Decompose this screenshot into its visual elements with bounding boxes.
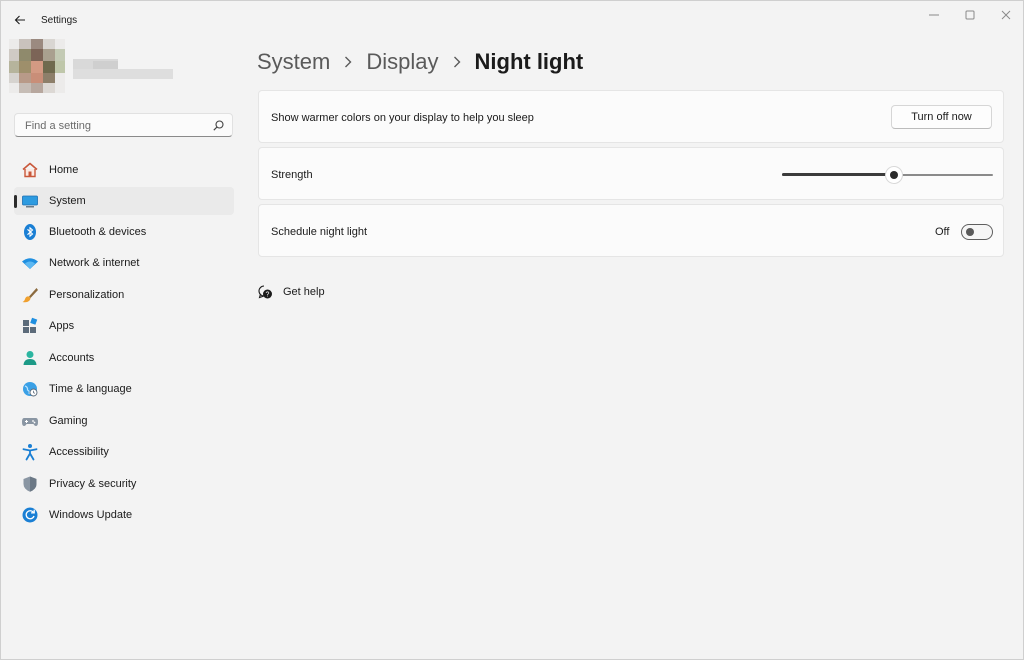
- schedule-label: Schedule night light: [271, 226, 368, 238]
- strength-card: Strength: [258, 147, 1004, 200]
- get-help-link[interactable]: ? Get help: [257, 282, 325, 302]
- globe-clock-icon: [23, 382, 38, 397]
- app-title: Settings: [41, 15, 78, 26]
- strength-label: Strength: [271, 169, 313, 181]
- selection-indicator: [14, 195, 17, 208]
- sidebar-item-bluetooth[interactable]: Bluetooth & devices: [14, 218, 234, 246]
- sidebar-item-gaming[interactable]: Gaming: [14, 407, 234, 435]
- slider-fill: [782, 173, 894, 176]
- help-chat-icon: ?: [258, 285, 272, 299]
- get-help-label: Get help: [283, 286, 325, 298]
- monitor-icon: [22, 195, 38, 208]
- sidebar-item-label: Gaming: [49, 415, 88, 427]
- schedule-card: Schedule night light Off: [258, 204, 1004, 257]
- sidebar-item-label: Accounts: [49, 352, 95, 364]
- chevron-right-icon: [453, 56, 461, 68]
- sidebar-item-label: Time & language: [49, 383, 132, 395]
- sidebar-item-windows-update[interactable]: Windows Update: [14, 501, 234, 529]
- brush-icon: [22, 288, 38, 303]
- sidebar-item-privacy-security[interactable]: Privacy & security: [14, 470, 234, 498]
- breadcrumb-system[interactable]: System: [257, 49, 330, 75]
- search-box[interactable]: [14, 113, 233, 137]
- home-icon: [22, 162, 38, 178]
- sidebar-item-accounts[interactable]: Accounts: [14, 344, 234, 372]
- accessibility-icon: [22, 444, 38, 461]
- update-icon: [22, 507, 38, 523]
- gamepad-icon: [22, 418, 38, 426]
- apps-icon: [23, 317, 38, 333]
- sidebar-item-label: Windows Update: [49, 509, 133, 521]
- minimize-button[interactable]: [916, 3, 952, 27]
- wifi-icon: [22, 258, 38, 269]
- sidebar-item-label: Apps: [49, 320, 75, 332]
- night-light-description: Show warmer colors on your display to he…: [271, 112, 534, 124]
- close-icon: [1001, 10, 1011, 20]
- strength-slider[interactable]: [782, 165, 993, 185]
- breadcrumb-display[interactable]: Display: [366, 49, 438, 75]
- sidebar-item-label: Accessibility: [49, 446, 109, 458]
- sidebar-item-label: Bluetooth & devices: [49, 226, 147, 238]
- sidebar-item-label: Personalization: [49, 289, 125, 301]
- shield-icon: [23, 476, 37, 492]
- night-light-card: Show warmer colors on your display to he…: [258, 90, 1004, 143]
- sidebar-item-label: Network & internet: [49, 257, 140, 269]
- breadcrumb: System Display Night light: [257, 45, 583, 79]
- sidebar-item-label: System: [49, 195, 86, 207]
- sidebar-item-label: Home: [49, 164, 79, 176]
- avatar[interactable]: [9, 39, 65, 93]
- schedule-toggle[interactable]: [961, 224, 993, 240]
- sidebar-item-apps[interactable]: Apps: [14, 312, 234, 340]
- title-bar: Settings: [1, 1, 1023, 39]
- page-title: Night light: [474, 49, 584, 74]
- search-input[interactable]: [23, 117, 212, 135]
- bluetooth-icon: [24, 224, 36, 240]
- sidebar-item-personalization[interactable]: Personalization: [14, 281, 234, 309]
- chevron-right-icon: [344, 56, 352, 68]
- account-name-redacted: [73, 59, 173, 79]
- minimize-icon: [929, 14, 939, 16]
- maximize-icon: [965, 10, 975, 20]
- slider-thumb[interactable]: [885, 166, 903, 184]
- toggle-knob: [966, 228, 974, 236]
- sidebar-item-time-language[interactable]: Time & language: [14, 375, 234, 403]
- sidebar-item-label: Privacy & security: [49, 478, 137, 490]
- search-icon[interactable]: [213, 120, 224, 131]
- sidebar-item-accessibility[interactable]: Accessibility: [14, 438, 234, 466]
- settings-window: Settings Find a setting Home System Blue…: [0, 0, 1024, 660]
- schedule-state-label: Off: [935, 226, 950, 238]
- sidebar-item-network[interactable]: Network & internet: [14, 249, 234, 277]
- turn-off-now-button[interactable]: Turn off now: [891, 105, 992, 129]
- arrow-left-icon: [14, 15, 25, 25]
- close-button[interactable]: [988, 3, 1024, 27]
- maximize-button[interactable]: [952, 3, 988, 27]
- sidebar-item-home[interactable]: Home: [14, 156, 234, 184]
- svg-text:?: ?: [266, 292, 270, 299]
- person-icon: [23, 351, 37, 365]
- back-button[interactable]: [9, 9, 31, 31]
- sidebar-item-system[interactable]: System: [14, 187, 234, 215]
